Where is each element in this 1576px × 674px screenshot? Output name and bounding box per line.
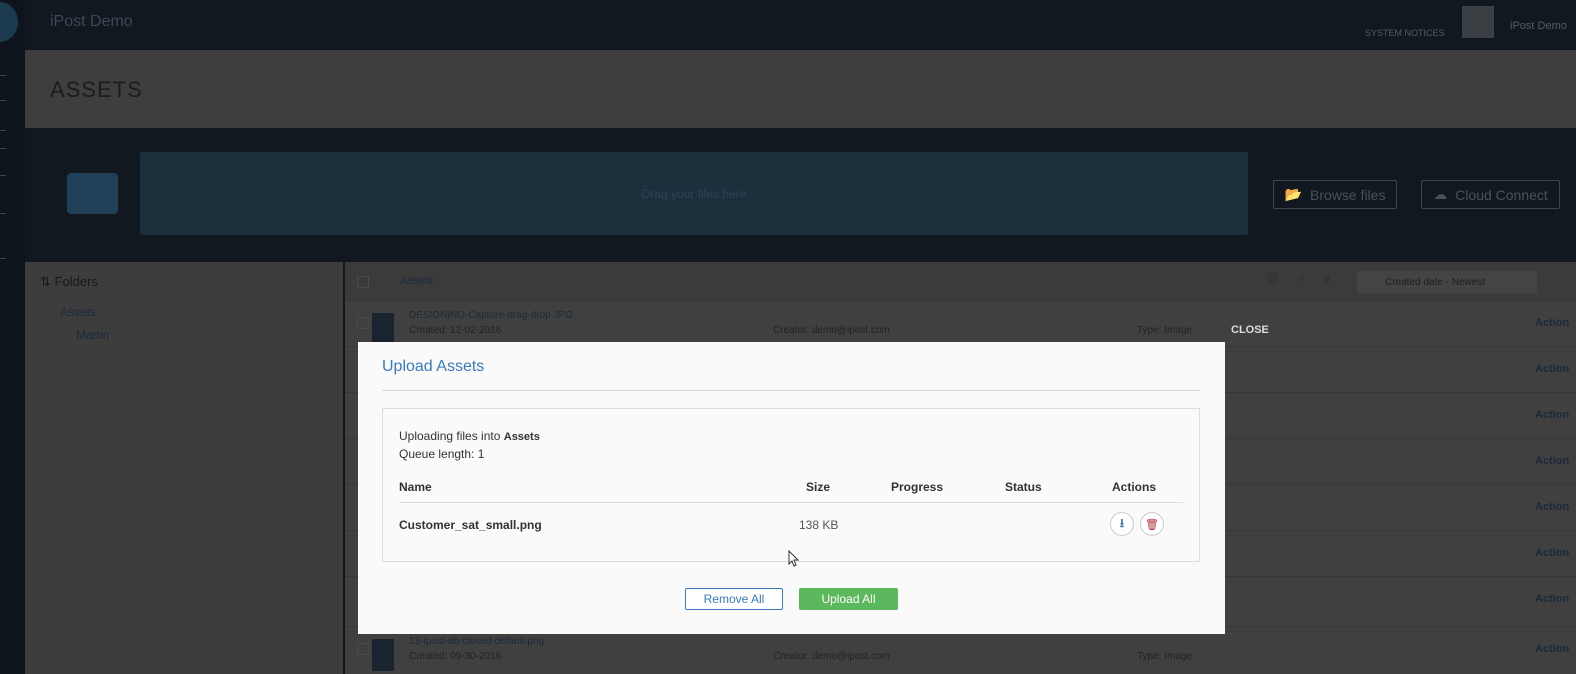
close-button[interactable]: CLOSE [1231,324,1269,336]
upload-queue-panel: Uploading files into Assets Queue length… [382,408,1200,562]
table-divider [399,502,1183,503]
action-menu[interactable]: Action [1535,409,1569,421]
sort-arrows-icon: ⇅ [40,274,51,289]
created-date: Created: 12-02-2016 [409,325,502,336]
folders-header[interactable]: ⇅ Folders [40,274,98,290]
upload-file-button[interactable]: ⭳ [1110,512,1134,536]
trash-icon: 🗑 [1145,518,1159,531]
nav-item[interactable] [0,130,6,131]
dropzone-label: Drag your files here [641,186,747,201]
top-bar [25,0,1576,50]
thumbnail [372,313,394,345]
action-menu[interactable]: Action [1535,501,1569,513]
target-folder: Assets [503,431,540,443]
left-nav [0,0,25,674]
breadcrumb[interactable]: Assets [400,275,433,287]
nav-item[interactable] [0,148,6,149]
user-name[interactable]: iPost Demo [1510,20,1567,32]
col-status: Status [1005,480,1042,494]
browse-files-button[interactable]: 📂 Browse files [1273,180,1397,209]
creator: Creator: demo@ipost.com [773,325,890,336]
browse-label: Browse files [1309,186,1386,203]
upload-modal: Upload Assets Uploading files into Asset… [358,342,1225,634]
action-menu[interactable]: Action [1535,317,1569,329]
created-date: Created: 09-30-2016 [409,651,502,662]
uploading-prefix: Uploading files into [399,429,501,443]
folder-martin[interactable]: Martin [76,328,109,342]
divider [382,390,1200,391]
logo[interactable] [0,2,18,42]
avatar[interactable] [1462,6,1494,38]
dropzone[interactable]: Drag your files here [140,152,1248,235]
folders-panel [25,262,343,674]
type: Type: Image [1137,325,1193,336]
row-checkbox[interactable] [357,643,369,655]
sort-select[interactable]: Created date - Newest [1357,271,1537,293]
type: Type: Image [1137,651,1193,662]
col-size: Size [806,480,831,494]
folder-open-icon: 📂 [1284,186,1302,202]
action-menu[interactable]: Action [1535,363,1569,375]
folder-assets[interactable]: Assets [60,305,96,319]
nav-item[interactable] [0,258,6,259]
page-title: ASSETS [50,77,143,102]
folders-label: Folders [54,274,98,289]
cloud-label: Cloud Connect [1455,186,1548,203]
folder-icon[interactable]: ■ [1323,272,1330,286]
action-menu[interactable]: Action [1535,643,1569,655]
asset-name[interactable]: DESIGNING-Capture-drag-drop.JPG [409,310,573,321]
action-menu[interactable]: Action [1535,455,1569,467]
modal-title: Upload Assets [382,358,485,375]
col-name: Name [399,480,432,494]
asset-name[interactable]: 13-ipost-ab-closed-default.png [409,636,544,647]
delete-file-button[interactable]: 🗑 [1140,512,1164,536]
nav-item[interactable] [0,175,6,176]
upload-icon-tile [67,173,118,214]
remove-all-button[interactable]: Remove All [685,588,783,610]
cloud-connect-button[interactable]: ☁ Cloud Connect [1421,180,1560,209]
file-size: 138 KB [799,518,839,532]
creator: Creator: demo@ipost.com [773,651,890,662]
page-header [25,50,1576,128]
app-title: iPost Demo [50,13,133,30]
trash-icon[interactable]: 🗑 [1265,272,1280,286]
queue-length: Queue length: 1 [399,447,485,461]
nav-item[interactable] [0,213,6,214]
thumbnail [372,639,394,671]
system-notices-link[interactable]: SYSTEM NOTICES [1365,28,1445,38]
upload-all-button[interactable]: Upload All [799,588,898,610]
nav-item[interactable] [0,75,6,76]
col-actions: Actions [1112,480,1157,494]
cloud-upload-icon: ☁ [1433,186,1448,202]
col-progress: Progress [891,480,944,494]
nav-item[interactable] [0,100,6,101]
row-checkbox[interactable] [357,317,369,329]
select-all-checkbox[interactable] [357,276,369,288]
table-row[interactable]: DESIGNING-Capture-drag-drop.JPG Created: … [345,300,1576,346]
action-menu[interactable]: Action [1535,547,1569,559]
share-icon[interactable]: ↗ [1295,272,1305,286]
uploading-into: Uploading files into Assets [399,429,540,443]
upload-icon: ⭳ [1119,515,1125,530]
mouse-cursor-icon [788,550,800,567]
sort-label: Created date - Newest [1385,276,1486,288]
file-name: Customer_sat_small.png [399,518,542,532]
action-menu[interactable]: Action [1535,593,1569,605]
